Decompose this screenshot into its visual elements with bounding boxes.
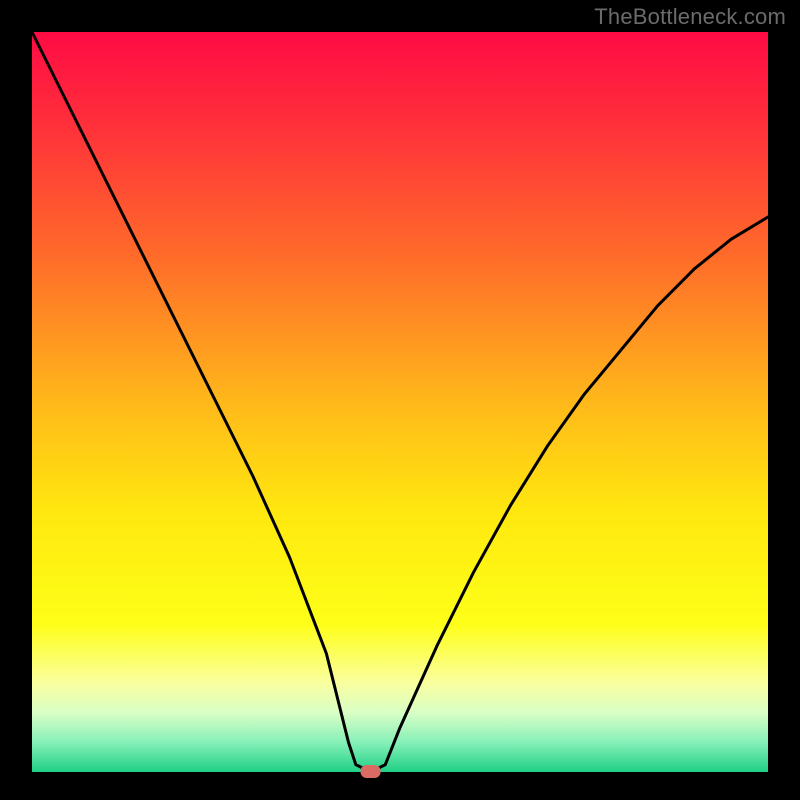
bottleneck-chart: [0, 0, 800, 800]
optimal-point-marker: [361, 765, 381, 778]
watermark-text: TheBottleneck.com: [594, 4, 786, 30]
chart-frame: TheBottleneck.com: [0, 0, 800, 800]
plot-background: [32, 32, 768, 772]
